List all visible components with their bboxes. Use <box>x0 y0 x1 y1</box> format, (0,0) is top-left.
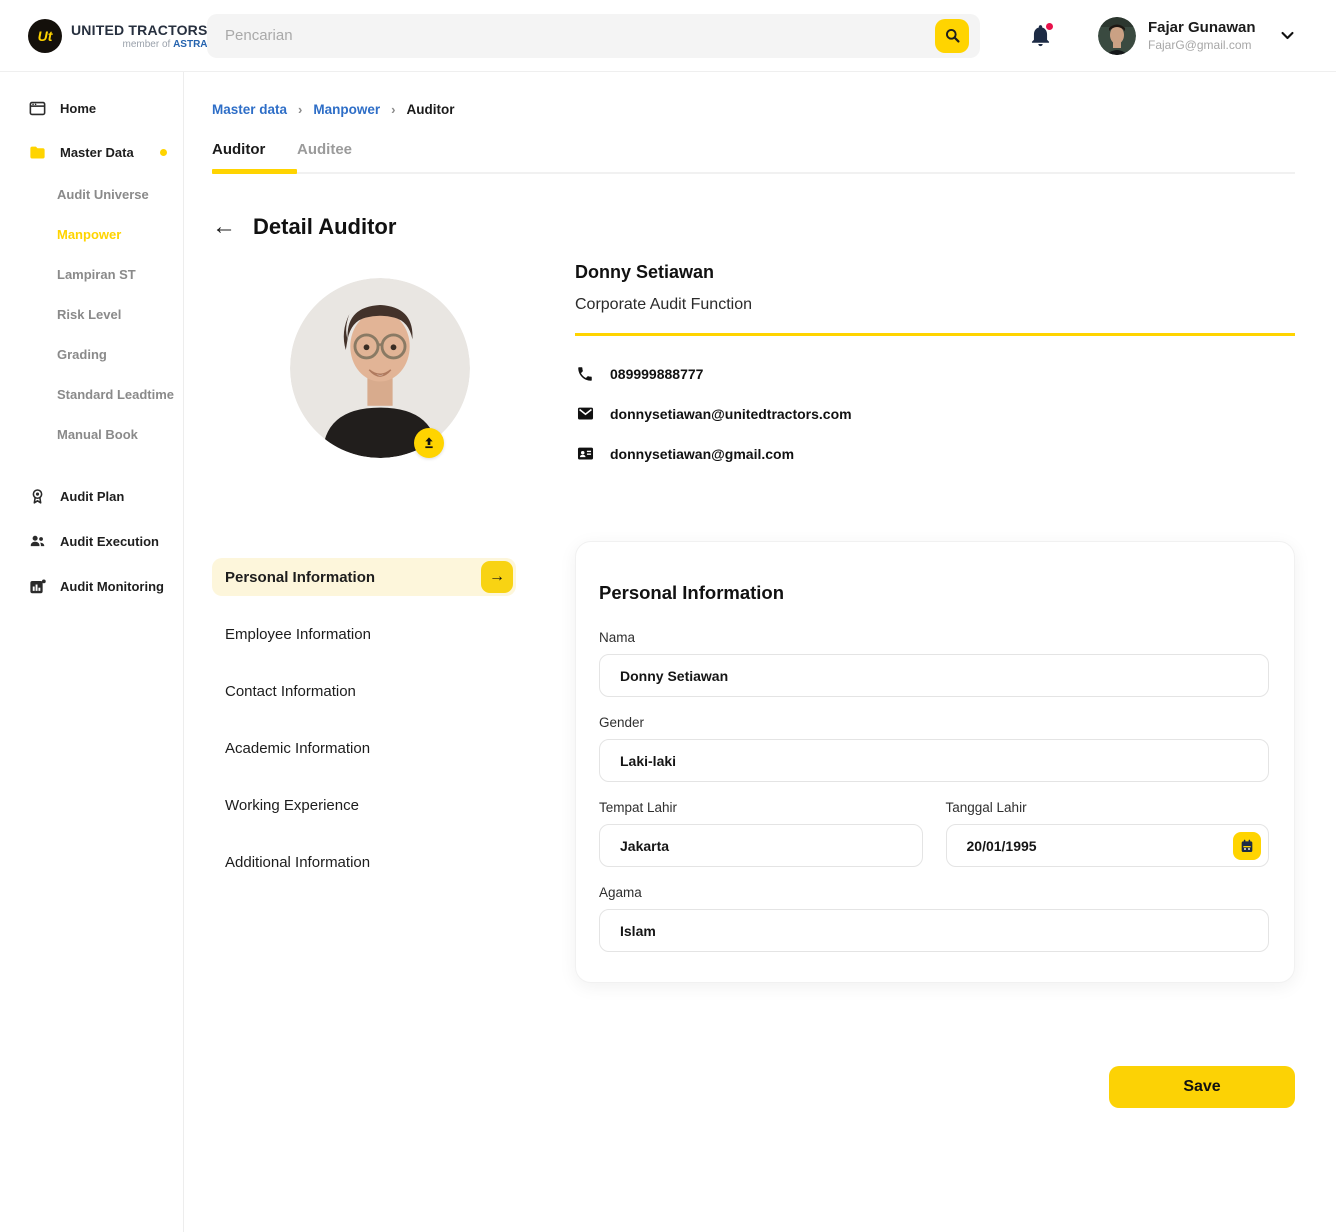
tempat-lahir-label: Tempat Lahir <box>599 800 923 815</box>
tempat-lahir-input[interactable] <box>599 824 923 867</box>
sidebar-item-lampiran-st[interactable]: Lampiran ST <box>0 254 183 294</box>
medal-icon <box>28 487 47 506</box>
auditor-phone: 089999888777 <box>610 366 703 382</box>
section-menu: Personal Information → Employee Informat… <box>212 558 516 881</box>
breadcrumb: Master data › Manpower › Auditor <box>212 102 1295 117</box>
user-menu[interactable]: Fajar Gunawan FajarG@gmail.com <box>1098 17 1256 55</box>
sidebar-item-manpower[interactable]: Manpower <box>0 214 183 254</box>
user-avatar <box>1098 17 1136 55</box>
left-column: Personal Information → Employee Informat… <box>212 262 516 1108</box>
sidebar-item-master-data[interactable]: Master Data <box>0 130 183 174</box>
user-name: Fajar Gunawan <box>1148 19 1256 36</box>
personal-email-row: donnysetiawan@gmail.com <box>575 442 1295 465</box>
search-bar <box>207 14 980 58</box>
united-tractors-monogram-icon: Ut <box>28 19 62 53</box>
sidebar-item-label: Master Data <box>60 145 134 160</box>
app-logo: Ut UNITED TRACTORS member of ASTRA <box>28 19 178 53</box>
active-section-arrow-button[interactable]: → <box>481 561 513 593</box>
sidebar-item-risk-level[interactable]: Risk Level <box>0 294 183 334</box>
sidebar-item-audit-monitoring[interactable]: Audit Monitoring <box>0 564 183 608</box>
sidebar-item-label: Audit Monitoring <box>60 579 164 594</box>
top-header: Ut UNITED TRACTORS member of ASTRA <box>0 0 1336 72</box>
chevron-down-icon <box>1279 27 1296 44</box>
sidebar-item-manual-book[interactable]: Manual Book <box>0 414 183 454</box>
active-section-dot <box>160 149 167 156</box>
tab-auditor[interactable]: Auditor <box>212 141 297 172</box>
sidebar-item-label: Audit Plan <box>60 489 124 504</box>
sidebar-item-standard-leadtime[interactable]: Standard Leadtime <box>0 374 183 414</box>
notification-badge <box>1045 22 1054 31</box>
breadcrumb-separator-icon: › <box>391 102 395 117</box>
sidebar-item-audit-universe[interactable]: Audit Universe <box>0 174 183 214</box>
astra-brand: ASTRA <box>173 39 207 50</box>
back-arrow-icon[interactable]: ← <box>212 215 236 239</box>
sidebar-item-audit-execution[interactable]: Audit Execution <box>0 518 183 564</box>
sidebar-item-audit-plan[interactable]: Audit Plan <box>0 474 183 518</box>
search-input[interactable] <box>207 14 980 58</box>
calendar-icon <box>1239 838 1255 854</box>
menu-item-employee-information[interactable]: Employee Information <box>212 615 516 653</box>
home-window-icon <box>28 99 47 118</box>
breadcrumb-master-data[interactable]: Master data <box>212 102 287 117</box>
tanggal-lahir-label: Tanggal Lahir <box>946 800 1270 815</box>
bar-chart-icon <box>28 577 47 596</box>
auditor-name: Donny Setiawan <box>575 262 1295 283</box>
auditor-role: Corporate Audit Function <box>575 296 1295 314</box>
user-menu-expand-button[interactable] <box>1279 27 1296 44</box>
auditor-work-email: donnysetiawan@unitedtractors.com <box>610 406 852 422</box>
sidebar-item-home[interactable]: Home <box>0 86 183 130</box>
menu-item-personal-information[interactable]: Personal Information → <box>212 558 516 596</box>
contact-card-icon <box>575 444 595 463</box>
upload-icon <box>421 435 437 451</box>
contact-list: 089999888777 donnysetiawan@unitedtractor… <box>575 362 1295 482</box>
upload-photo-button[interactable] <box>414 428 444 458</box>
brand-member-line: member of ASTRA <box>123 39 208 50</box>
breadcrumb-manpower[interactable]: Manpower <box>313 102 380 117</box>
page-header: ← Detail Auditor <box>212 214 1295 240</box>
auditor-personal-email: donnysetiawan@gmail.com <box>610 446 794 462</box>
mail-icon <box>575 404 595 423</box>
save-button[interactable]: Save <box>1109 1066 1295 1108</box>
search-button[interactable] <box>935 19 969 53</box>
menu-item-contact-information[interactable]: Contact Information <box>212 672 516 710</box>
tab-bar: Auditor Auditee <box>212 141 1295 174</box>
breadcrumb-current-auditor: Auditor <box>406 102 454 117</box>
nama-label: Nama <box>599 630 1269 645</box>
menu-item-label: Personal Information <box>225 569 375 586</box>
menu-item-working-experience[interactable]: Working Experience <box>212 786 516 824</box>
menu-item-academic-information[interactable]: Academic Information <box>212 729 516 767</box>
sidebar-item-grading[interactable]: Grading <box>0 334 183 374</box>
agama-input[interactable] <box>599 909 1269 952</box>
gender-input[interactable] <box>599 739 1269 782</box>
sidebar-nav: Home Master Data Audit Universe Manpower… <box>0 72 184 1232</box>
nama-input[interactable] <box>599 654 1269 697</box>
main-content: Master data › Manpower › Auditor Auditor… <box>184 72 1336 1108</box>
personal-information-card: Personal Information Nama Gender Tempat … <box>575 541 1295 983</box>
auditor-photo-wrap <box>290 278 470 458</box>
folder-icon <box>28 143 47 162</box>
yellow-divider <box>575 333 1295 336</box>
page-title: Detail Auditor <box>253 214 396 240</box>
form-title: Personal Information <box>599 582 1269 604</box>
work-email-row: donnysetiawan@unitedtractors.com <box>575 402 1295 425</box>
agama-label: Agama <box>599 885 1269 900</box>
notifications-button[interactable] <box>1028 23 1054 49</box>
auditor-photo <box>290 278 470 458</box>
people-icon <box>28 532 47 551</box>
gender-label: Gender <box>599 715 1269 730</box>
search-icon <box>943 26 962 45</box>
date-picker-button[interactable] <box>1233 832 1261 860</box>
tanggal-lahir-input[interactable] <box>946 824 1270 867</box>
right-column: Donny Setiawan Corporate Audit Function … <box>575 262 1295 1108</box>
brand-name: UNITED TRACTORS <box>71 22 208 38</box>
phone-icon <box>575 365 595 383</box>
phone-row: 089999888777 <box>575 362 1295 385</box>
breadcrumb-separator-icon: › <box>298 102 302 117</box>
tab-auditee[interactable]: Auditee <box>297 141 352 172</box>
sidebar-item-label: Audit Execution <box>60 534 159 549</box>
sidebar-item-label: Home <box>60 101 96 116</box>
menu-item-additional-information[interactable]: Additional Information <box>212 843 516 881</box>
user-email: FajarG@gmail.com <box>1148 38 1256 52</box>
